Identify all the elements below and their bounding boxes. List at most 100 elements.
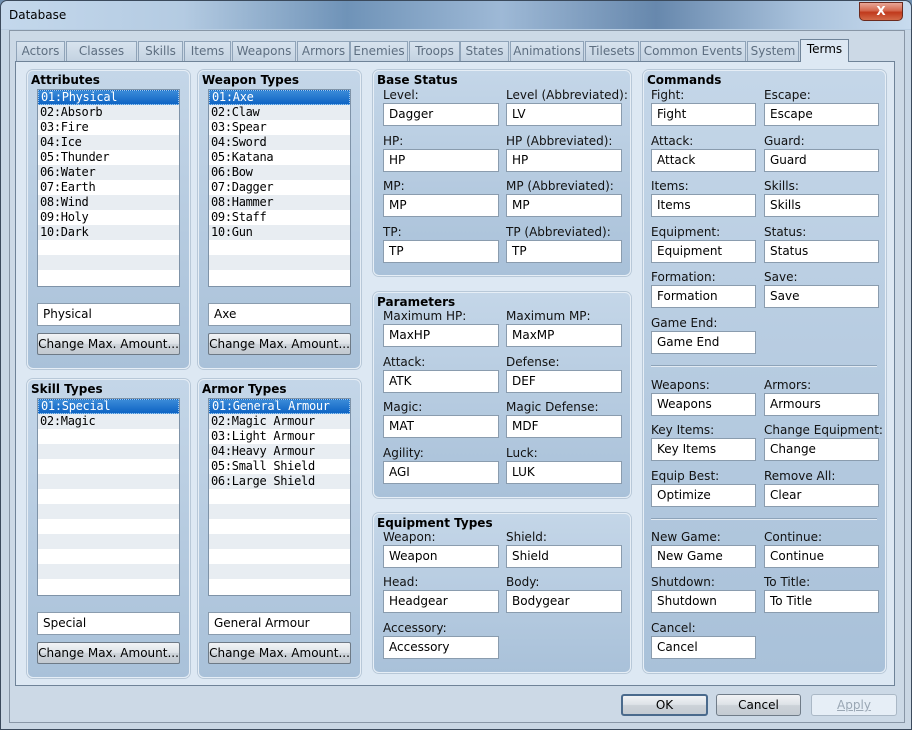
tab-actors[interactable]: Actors: [16, 41, 65, 61]
tab-states[interactable]: States: [460, 41, 509, 61]
list-item[interactable]: 06:Water: [38, 165, 179, 180]
command-to-title-input[interactable]: To Title: [764, 590, 879, 613]
skill-types-change-max-button[interactable]: Change Max. Amount...: [37, 642, 180, 664]
command-new-game-input[interactable]: New Game: [651, 545, 756, 568]
list-item[interactable]: 10:Dark: [38, 225, 179, 240]
list-item[interactable]: 01:General Armour: [209, 399, 350, 414]
level-abbreviated-input[interactable]: LV: [506, 103, 622, 126]
armor-types-change-max-button[interactable]: Change Max. Amount...: [208, 642, 351, 664]
magic-defense-input[interactable]: MDF: [506, 415, 622, 438]
list-item[interactable]: 03:Light Armour: [209, 429, 350, 444]
weapon-types-list[interactable]: 01:Axe 02:Claw 03:Spear 04:Sword 05:Katana 06…: [208, 89, 351, 287]
tab-terms[interactable]: Terms: [800, 39, 849, 62]
close-button[interactable]: X: [859, 2, 903, 21]
list-item[interactable]: 07:Dagger: [209, 180, 350, 195]
list-item[interactable]: 06:Large Shield: [209, 474, 350, 489]
list-item[interactable]: 04:Heavy Armour: [209, 444, 350, 459]
defense-input[interactable]: DEF: [506, 370, 622, 393]
magic-input[interactable]: MAT: [383, 415, 499, 438]
list-item[interactable]: 02:Magic Armour: [209, 414, 350, 429]
command-save-input[interactable]: Save: [764, 285, 879, 308]
tab-skills[interactable]: Skills: [138, 41, 183, 61]
command-skills-input[interactable]: Skills: [764, 194, 879, 217]
list-item[interactable]: 10:Gun: [209, 225, 350, 240]
list-item[interactable]: 08:Hammer: [209, 195, 350, 210]
attributes-change-max-button[interactable]: Change Max. Amount...: [37, 333, 180, 355]
list-item[interactable]: 09:Holy: [38, 210, 179, 225]
command-armors-input[interactable]: Armours: [764, 393, 879, 416]
mp-abbreviated-input[interactable]: MP: [506, 194, 622, 217]
list-item[interactable]: 09:Staff: [209, 210, 350, 225]
command-items-input[interactable]: Items: [651, 194, 756, 217]
list-item[interactable]: 05:Small Shield: [209, 459, 350, 474]
list-item[interactable]: 05:Thunder: [38, 150, 179, 165]
list-item[interactable]: 01:Physical: [38, 90, 179, 105]
cancel-button[interactable]: Cancel: [716, 694, 801, 716]
tab-system[interactable]: System: [747, 41, 799, 61]
weapon-types-name-input[interactable]: Axe: [208, 303, 351, 326]
list-item[interactable]: 05:Katana: [209, 150, 350, 165]
head-input[interactable]: Headgear: [383, 590, 499, 613]
list-item[interactable]: 08:Wind: [38, 195, 179, 210]
hp-abbreviated-input[interactable]: HP: [506, 149, 622, 172]
list-item[interactable]: 04:Ice: [38, 135, 179, 150]
command-cancel-input[interactable]: Cancel: [651, 636, 756, 659]
command-continue-input[interactable]: Continue: [764, 545, 879, 568]
tab-items[interactable]: Items: [184, 41, 231, 61]
list-item[interactable]: 04:Sword: [209, 135, 350, 150]
tp-input[interactable]: TP: [383, 240, 499, 263]
body-input[interactable]: Bodygear: [506, 590, 622, 613]
list-item[interactable]: 01:Axe: [209, 90, 350, 105]
armor-types-name-input[interactable]: General Armour: [208, 612, 351, 635]
command-remove-all-input[interactable]: Clear: [764, 484, 879, 507]
command-game-end-input[interactable]: Game End: [651, 331, 756, 354]
mp-input[interactable]: MP: [383, 194, 499, 217]
command-formation-input[interactable]: Formation: [651, 285, 756, 308]
attributes-list[interactable]: 01:Physical 02:Absorb 03:Fire 04:Ice 05:Thun…: [37, 89, 180, 287]
agility-input[interactable]: AGI: [383, 461, 499, 484]
maximum-hp-input[interactable]: MaxHP: [383, 324, 499, 347]
skill-types-list[interactable]: 01:Special 02:Magic: [37, 398, 180, 596]
list-item[interactable]: 06:Bow: [209, 165, 350, 180]
command-change-equipment-input[interactable]: Change: [764, 438, 879, 461]
command-fight-input[interactable]: Fight: [651, 103, 756, 126]
command-escape-input[interactable]: Escape: [764, 103, 879, 126]
accessory-input[interactable]: Accessory: [383, 636, 499, 659]
tab-armors[interactable]: Armors: [297, 41, 350, 61]
list-item[interactable]: 02:Magic: [38, 414, 179, 429]
command-attack-input[interactable]: Attack: [651, 149, 756, 172]
tab-animations[interactable]: Animations: [510, 41, 584, 61]
command-guard-input[interactable]: Guard: [764, 149, 879, 172]
armor-types-list[interactable]: 01:General Armour 02:Magic Armour 03:Light…: [208, 398, 351, 596]
command-key-items-input[interactable]: Key Items: [651, 438, 756, 461]
command-weapons-input[interactable]: Weapons: [651, 393, 756, 416]
weapon-input[interactable]: Weapon: [383, 545, 499, 568]
tab-enemies[interactable]: Enemies: [350, 41, 408, 61]
list-item[interactable]: 01:Special: [38, 399, 179, 414]
attack-input[interactable]: ATK: [383, 370, 499, 393]
skill-types-name-input[interactable]: Special: [37, 612, 180, 635]
list-item[interactable]: 02:Claw: [209, 105, 350, 120]
command-shutdown-input[interactable]: Shutdown: [651, 590, 756, 613]
shield-input[interactable]: Shield: [506, 545, 622, 568]
list-item[interactable]: 03:Spear: [209, 120, 350, 135]
hp-input[interactable]: HP: [383, 149, 499, 172]
tab-weapons[interactable]: Weapons: [232, 41, 296, 61]
maximum-mp-input[interactable]: MaxMP: [506, 324, 622, 347]
list-item[interactable]: 02:Absorb: [38, 105, 179, 120]
attributes-name-input[interactable]: Physical: [37, 303, 180, 326]
command-equipment-input[interactable]: Equipment: [651, 240, 756, 263]
tab-tilesets[interactable]: Tilesets: [585, 41, 639, 61]
command-equip-best-input[interactable]: Optimize: [651, 484, 756, 507]
command-status-input[interactable]: Status: [764, 240, 879, 263]
tp-abbreviated-input[interactable]: TP: [506, 240, 622, 263]
weapon-types-change-max-button[interactable]: Change Max. Amount...: [208, 333, 351, 355]
tab-common-events[interactable]: Common Events: [640, 41, 746, 61]
ok-button[interactable]: OK: [621, 694, 708, 716]
tab-classes[interactable]: Classes: [66, 41, 137, 61]
luck-input[interactable]: LUK: [506, 461, 622, 484]
title-bar[interactable]: Database X: [1, 1, 911, 29]
level-input[interactable]: Dagger: [383, 103, 499, 126]
tab-troops[interactable]: Troops: [409, 41, 460, 61]
list-item[interactable]: 03:Fire: [38, 120, 179, 135]
